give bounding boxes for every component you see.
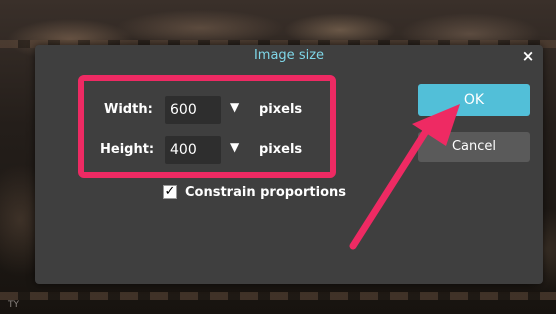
height-label: Height: — [100, 142, 155, 157]
constrain-label: Constrain proportions — [185, 185, 346, 200]
width-input[interactable]: 600 — [165, 96, 221, 124]
constrain-checkbox[interactable]: ✓ — [163, 185, 177, 199]
height-input[interactable]: 400 — [165, 136, 221, 164]
width-label: Width: — [104, 102, 153, 117]
chevron-down-icon[interactable]: ▼ — [230, 140, 239, 154]
chevron-down-icon[interactable]: ▼ — [230, 100, 239, 114]
cancel-button[interactable]: Cancel — [418, 132, 530, 162]
corner-text: TY — [8, 300, 19, 310]
ok-button[interactable]: OK — [418, 84, 530, 116]
height-unit: pixels — [259, 142, 303, 157]
close-icon[interactable]: × — [519, 47, 537, 65]
dialog-title: Image size — [253, 48, 325, 63]
backdrop-detail — [0, 292, 556, 300]
width-unit: pixels — [259, 102, 303, 117]
